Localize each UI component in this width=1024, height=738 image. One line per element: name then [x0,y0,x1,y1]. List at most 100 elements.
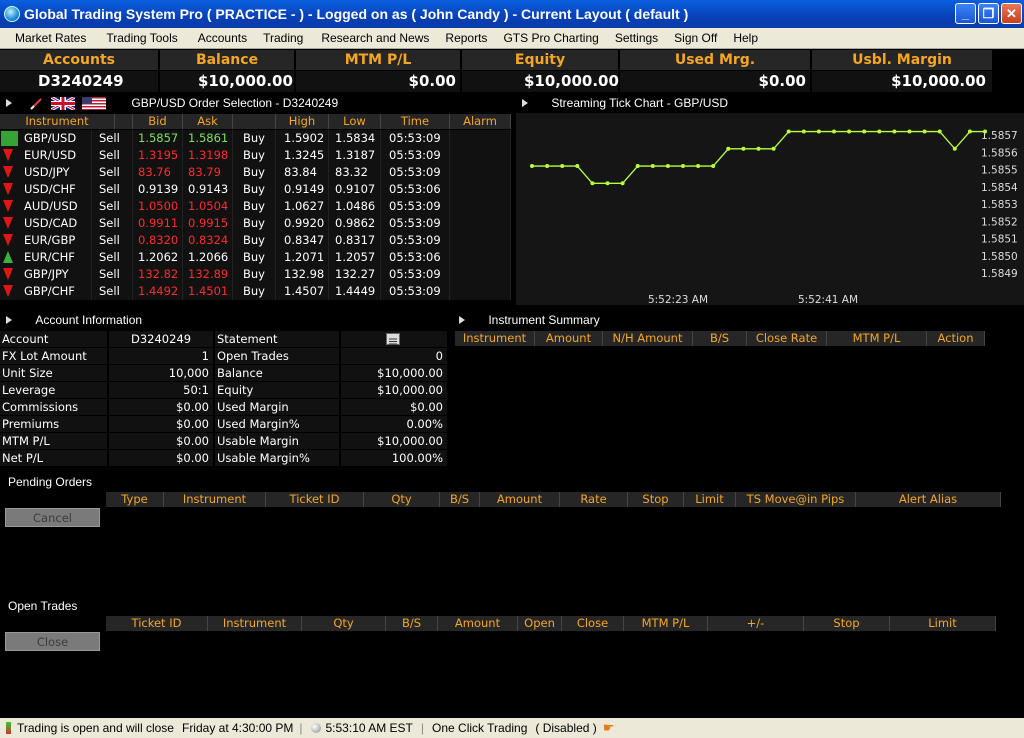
rate-cell-ask[interactable]: 0.9915 [183,215,233,232]
rate-cell-buy[interactable]: Buy [233,249,276,266]
rate-cell-buy[interactable]: Buy [233,147,276,164]
rate-row[interactable]: GBP/JPY Sell 132.82 132.89 Buy 132.98 132.27 05… [0,266,511,283]
pending-col-qty[interactable]: Qty [364,492,440,507]
rate-cell-sell[interactable]: Sell [92,164,133,181]
rate-cell-ask[interactable]: 1.0504 [183,198,233,215]
rate-cell-buy[interactable]: Buy [233,266,276,283]
pending-col-alert-alias[interactable]: Alert Alias [856,492,1001,507]
open-trades-col-amount[interactable]: Amount [438,616,518,631]
rate-cell-sell[interactable]: Sell [92,249,133,266]
rate-cell-bid[interactable]: 0.9911 [133,215,183,232]
rate-cell-sell[interactable]: Sell [92,130,133,147]
col-is-bs[interactable]: B/S [693,331,747,346]
col-ask[interactable]: Ask [183,114,233,129]
rate-cell-buy[interactable]: Buy [233,164,276,181]
rate-row[interactable]: EUR/GBP Sell 0.8320 0.8324 Buy 0.8347 0.8317 05… [0,232,511,249]
menu-trading[interactable]: Trading [255,31,311,45]
close-button[interactable]: ✕ [1001,3,1022,24]
pencil-icon[interactable] [29,98,43,110]
rate-cell-buy[interactable]: Buy [233,181,276,198]
col-is-close-rate[interactable]: Close Rate [747,331,827,346]
rate-cell-bid[interactable]: 0.9139 [133,181,183,198]
rate-cell-bid[interactable]: 83.76 [133,164,183,181]
pending-col-ts-move-in-pips[interactable]: TS Move@in Pips [736,492,856,507]
col-is-instrument[interactable]: Instrument [455,331,535,346]
rate-row[interactable]: USD/CHF Sell 0.9139 0.9143 Buy 0.9149 0.9107 05… [0,181,511,198]
maximize-button[interactable]: ❐ [978,3,999,24]
rate-row[interactable]: USD/JPY Sell 83.76 83.79 Buy 83.84 83.32 05:53:… [0,164,511,181]
pending-col-limit[interactable]: Limit [684,492,736,507]
open-trades-col-ticket-id[interactable]: Ticket ID [106,616,208,631]
open-trades-col--[interactable]: +/- [708,616,804,631]
rate-cell-bid[interactable]: 1.3195 [133,147,183,164]
rate-cell-ask[interactable]: 1.5861 [183,130,233,147]
menu-reports[interactable]: Reports [437,31,495,45]
open-trades-col-close[interactable]: Close [562,616,624,631]
menu-help[interactable]: Help [725,31,766,45]
rate-cell-sell[interactable]: Sell [92,198,133,215]
menu-accounts[interactable]: Accounts [186,31,255,45]
pending-col-ticket-id[interactable]: Ticket ID [266,492,364,507]
col-bid[interactable]: Bid [133,114,183,129]
rate-cell-ask[interactable]: 83.79 [183,164,233,181]
pending-col-b-s[interactable]: B/S [440,492,480,507]
menu-sign-off[interactable]: Sign Off [666,31,725,45]
col-time[interactable]: Time [381,114,450,129]
minimize-button[interactable]: _ [955,3,976,24]
rate-cell-buy[interactable]: Buy [233,232,276,249]
col-is-amount[interactable]: Amount [535,331,603,346]
rate-cell-sell[interactable]: Sell [92,215,133,232]
rate-cell-ask[interactable]: 1.2066 [183,249,233,266]
uk-flag-icon[interactable] [50,97,75,111]
col-high[interactable]: High [276,114,329,129]
pending-col-instrument[interactable]: Instrument [164,492,266,507]
one-click-label[interactable]: One Click Trading [432,721,527,735]
rate-row[interactable]: GBP/CHF Sell 1.4492 1.4501 Buy 1.4507 1.4449 05… [0,283,511,300]
statement-icon[interactable] [386,333,400,345]
col-is-mtm[interactable]: MTM P/L [827,331,927,346]
col-low[interactable]: Low [329,114,381,129]
open-trades-col-b-s[interactable]: B/S [386,616,438,631]
rate-cell-buy[interactable]: Buy [233,215,276,232]
rate-cell-sell[interactable]: Sell [92,266,133,283]
rate-cell-sell[interactable]: Sell [92,283,133,300]
open-trades-col-stop[interactable]: Stop [804,616,890,631]
pending-col-type[interactable]: Type [106,492,164,507]
pending-col-amount[interactable]: Amount [480,492,560,507]
cancel-button[interactable]: Cancel [5,508,100,527]
close-trade-button[interactable]: Close [5,632,100,651]
collapse-icon[interactable] [6,99,12,107]
pending-col-stop[interactable]: Stop [628,492,684,507]
collapse-icon[interactable] [6,316,12,324]
open-trades-col-limit[interactable]: Limit [890,616,996,631]
collapse-icon[interactable] [459,316,465,324]
rate-row[interactable]: EUR/USD Sell 1.3195 1.3198 Buy 1.3245 1.3187 05… [0,147,511,164]
rate-cell-bid[interactable]: 1.4492 [133,283,183,300]
rate-cell-ask[interactable]: 132.89 [183,266,233,283]
rate-cell-bid[interactable]: 1.5857 [133,130,183,147]
rate-cell-buy[interactable]: Buy [233,283,276,300]
pending-col-rate[interactable]: Rate [560,492,628,507]
us-flag-icon[interactable] [82,97,107,111]
rate-cell-bid[interactable]: 1.2062 [133,249,183,266]
menu-trading-tools[interactable]: Trading Tools [94,31,185,45]
rate-cell-buy[interactable]: Buy [233,198,276,215]
rate-cell-sell[interactable]: Sell [92,232,133,249]
open-trades-col-mtm-p-l[interactable]: MTM P/L [624,616,708,631]
rate-row[interactable]: AUD/USD Sell 1.0500 1.0504 Buy 1.0627 1.0486 05… [0,198,511,215]
collapse-icon[interactable] [522,99,528,107]
open-trades-col-instrument[interactable]: Instrument [208,616,302,631]
col-is-nh-amount[interactable]: N/H Amount [603,331,693,346]
rate-cell-ask[interactable]: 1.4501 [183,283,233,300]
open-trades-col-qty[interactable]: Qty [302,616,386,631]
menu-gts-pro-charting[interactable]: GTS Pro Charting [495,31,606,45]
hand-pointer-icon[interactable]: ☛ [603,720,615,736]
rate-row[interactable]: USD/CAD Sell 0.9911 0.9915 Buy 0.9920 0.9862 05… [0,215,511,232]
col-instrument[interactable]: Instrument [0,114,115,129]
rate-cell-ask[interactable]: 0.9143 [183,181,233,198]
menu-settings[interactable]: Settings [607,31,666,45]
rate-cell-bid[interactable]: 1.0500 [133,198,183,215]
rate-row[interactable]: GBP/USD Sell 1.5857 1.5861 Buy 1.5902 1.5834 05… [0,130,511,147]
col-is-action[interactable]: Action [927,331,985,346]
rate-cell-bid[interactable]: 0.8320 [133,232,183,249]
